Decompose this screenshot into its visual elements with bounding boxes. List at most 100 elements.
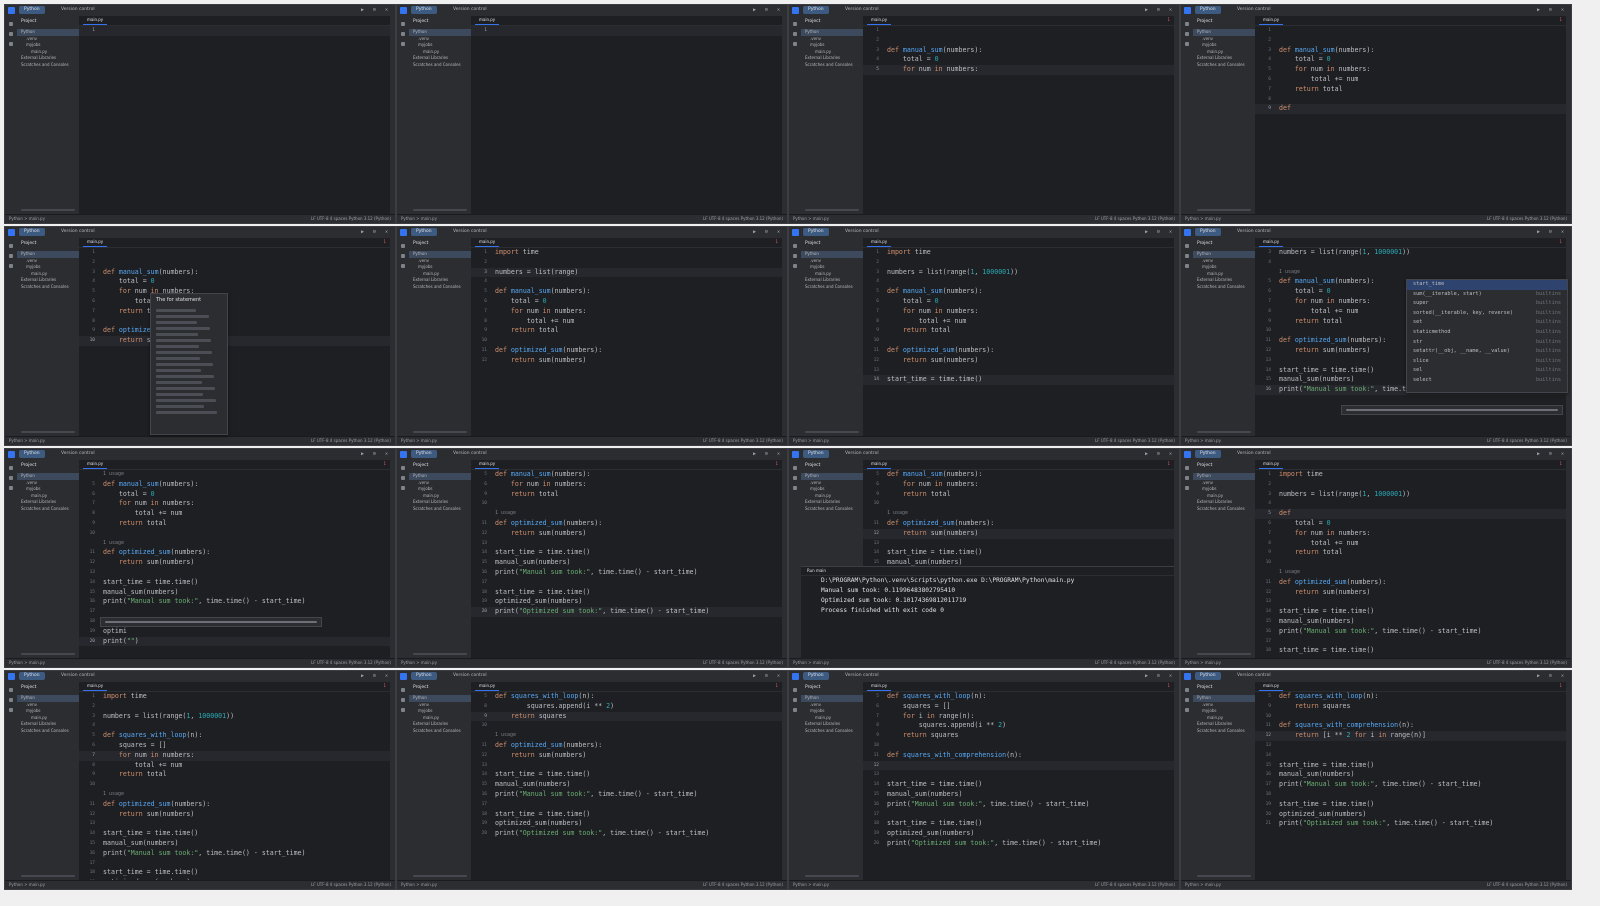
code-line[interactable]: 5 def manual_sum(numbers):: [863, 470, 1174, 480]
code-line[interactable]: 14 start_time = time.time(): [79, 829, 390, 839]
project-scrollbar[interactable]: [21, 653, 75, 655]
status-info[interactable]: LF UTF-8 4 spaces Python 3.12 (Python): [1095, 437, 1175, 445]
folder-icon[interactable]: [793, 244, 797, 248]
more-icon[interactable]: [9, 708, 13, 712]
status-info[interactable]: LF UTF-8 4 spaces Python 3.12 (Python): [1095, 881, 1175, 889]
more-icon[interactable]: [9, 486, 13, 490]
run-controls-icon[interactable]: ▶ ⚙ ✕: [1537, 673, 1567, 679]
folder-icon[interactable]: [1185, 22, 1189, 26]
folder-icon[interactable]: [1185, 466, 1189, 470]
code-line[interactable]: 14 start_time = time.time(): [1255, 607, 1566, 617]
code-line[interactable]: 5 def: [1255, 509, 1566, 519]
project-tree-item[interactable]: Scratches and Consoles: [409, 506, 471, 513]
code-line[interactable]: 18 start_time = time.time(): [471, 810, 782, 820]
project-selector[interactable]: Python: [411, 450, 437, 458]
status-breadcrumb[interactable]: Python > main.py: [1185, 881, 1221, 889]
editor[interactable]: main.py 1 5 def squares_with_loop(n): 9 re…: [1255, 682, 1566, 881]
run-controls-icon[interactable]: ▶ ⚙ ✕: [753, 451, 783, 457]
structure-icon[interactable]: [793, 698, 797, 702]
code-line[interactable]: 12 return sum(numbers): [79, 558, 390, 568]
structure-icon[interactable]: [793, 32, 797, 36]
code-line[interactable]: 5 def manual_sum(numbers):: [471, 470, 782, 480]
code-line[interactable]: 8 squares.append(i ** 2): [471, 702, 782, 712]
usage-hint[interactable]: 1 usage: [103, 790, 124, 800]
tab-main-py[interactable]: main.py: [867, 16, 892, 25]
code-line[interactable]: 17: [79, 859, 390, 869]
code-line[interactable]: 15 manual_sum(numbers): [1255, 617, 1566, 627]
code-line[interactable]: 9 return squares: [471, 711, 782, 722]
warning-count-badge[interactable]: 1: [1559, 683, 1562, 688]
editor[interactable]: main.py 1 1 2 3 def manual_sum(numbers): 4 t…: [1255, 16, 1566, 215]
folder-icon[interactable]: [9, 22, 13, 26]
project-panel-header[interactable]: Project: [413, 19, 428, 24]
tab-main-py[interactable]: main.py: [1259, 238, 1284, 247]
code-line[interactable]: 15 manual_sum(numbers): [471, 780, 782, 790]
tab-main-py[interactable]: main.py: [1259, 460, 1284, 469]
project-selector[interactable]: Python: [411, 672, 437, 680]
project-panel-header[interactable]: Project: [413, 685, 428, 690]
project-tree-item[interactable]: Scratches and Consoles: [1193, 284, 1255, 291]
tab-main-py[interactable]: main.py: [475, 16, 500, 25]
status-breadcrumb[interactable]: Python > main.py: [9, 437, 45, 445]
usage-hint[interactable]: 1 usage: [103, 539, 124, 549]
project-scrollbar[interactable]: [1197, 875, 1251, 877]
status-info[interactable]: LF UTF-8 4 spaces Python 3.12 (Python): [1095, 659, 1175, 667]
code-area[interactable]: 5 def squares_with_loop(n): 8 squares.appe…: [471, 692, 782, 881]
project-tree-item[interactable]: Scratches and Consoles: [801, 62, 863, 69]
code-line[interactable]: 3 numbers = list(range(1, 1000001)): [1255, 248, 1566, 258]
tab-main-py[interactable]: main.py: [475, 238, 500, 247]
code-line[interactable]: 12 return [i ** 2 for i in range(n)]: [1255, 731, 1566, 741]
project-panel-header[interactable]: Project: [413, 241, 428, 246]
status-breadcrumb[interactable]: Python > main.py: [401, 437, 437, 445]
project-panel-header[interactable]: Project: [1197, 685, 1212, 690]
code-line[interactable]: 12 return sum(numbers): [471, 529, 782, 539]
folder-icon[interactable]: [9, 244, 13, 248]
usage-hint[interactable]: 1 usage: [495, 509, 516, 519]
code-line[interactable]: 17: [471, 578, 782, 588]
code-line[interactable]: 17: [79, 607, 390, 617]
code-line[interactable]: 15 start_time = time.time(): [1255, 761, 1566, 771]
folder-icon[interactable]: [401, 466, 405, 470]
project-selector[interactable]: Python: [1195, 450, 1221, 458]
project-panel-header[interactable]: Project: [805, 19, 820, 24]
code-line[interactable]: 5 for num in numbers:: [1255, 65, 1566, 75]
code-line[interactable]: 18 start_time = time.time(): [471, 588, 782, 598]
vcs-menu[interactable]: Version control: [61, 672, 95, 680]
completion-item[interactable]: sel builtins: [1407, 366, 1567, 376]
code-line[interactable]: 13: [79, 568, 390, 578]
code-line[interactable]: 13: [863, 770, 1174, 780]
warning-count-badge[interactable]: 1: [1167, 17, 1170, 22]
status-breadcrumb[interactable]: Python > main.py: [9, 215, 45, 223]
code-line[interactable]: 16 print("Manual sum took:", time.time() …: [1255, 627, 1566, 637]
project-tree-item[interactable]: Scratches and Consoles: [801, 506, 863, 513]
folder-icon[interactable]: [793, 22, 797, 26]
project-panel-header[interactable]: Project: [1197, 19, 1212, 24]
warning-count-badge[interactable]: 1: [775, 461, 778, 466]
code-line[interactable]: 5 def squares_with_loop(n):: [471, 692, 782, 702]
code-line[interactable]: 3 numbers = list(range): [471, 267, 782, 278]
code-line[interactable]: 1 import time: [1255, 470, 1566, 480]
code-line[interactable]: 19 start_time = time.time(): [1255, 800, 1566, 810]
run-controls-icon[interactable]: ▶ ⚙ ✕: [753, 673, 783, 679]
code-line[interactable]: 6 for num in numbers:: [471, 480, 782, 490]
code-line[interactable]: 5 for num in numbers:: [863, 65, 1174, 75]
code-area[interactable]: 1 2 3 def manual_sum(numbers): 4 total = 05 …: [79, 248, 390, 437]
code-line[interactable]: 8: [1255, 95, 1566, 105]
code-line[interactable]: 4 total = 0: [79, 277, 390, 287]
folder-icon[interactable]: [401, 244, 405, 248]
code-line[interactable]: 15 manual_sum(numbers): [471, 558, 782, 568]
status-breadcrumb[interactable]: Python > main.py: [401, 215, 437, 223]
status-breadcrumb[interactable]: Python > main.py: [1185, 215, 1221, 223]
code-line[interactable]: 7 for i in range(n):: [863, 712, 1174, 722]
code-line[interactable]: 1 usage: [1255, 568, 1566, 578]
status-breadcrumb[interactable]: Python > main.py: [9, 881, 45, 889]
vcs-menu[interactable]: Version control: [61, 6, 95, 14]
code-line[interactable]: 19 optimized_sum(numbers): [471, 597, 782, 607]
code-line[interactable]: 9 return total: [863, 326, 1174, 336]
code-line[interactable]: 4 total = 0: [1255, 55, 1566, 65]
project-scrollbar[interactable]: [21, 875, 75, 877]
warning-count-badge[interactable]: 1: [383, 239, 386, 244]
project-selector[interactable]: Python: [19, 6, 45, 14]
code-line[interactable]: 18: [1255, 790, 1566, 800]
usage-hint[interactable]: 1 usage: [1279, 268, 1300, 278]
